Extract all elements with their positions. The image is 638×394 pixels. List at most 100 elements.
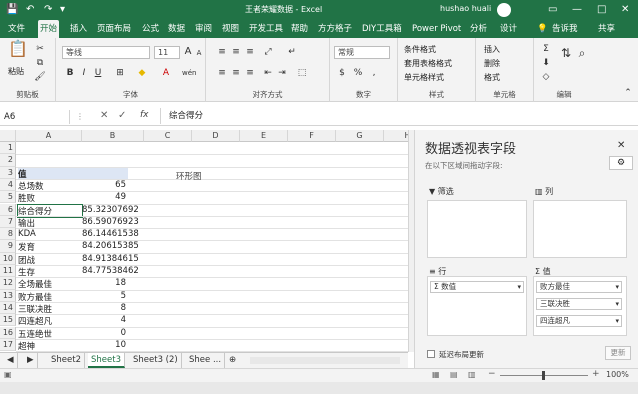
copy-icon[interactable]: ⧉: [34, 58, 46, 68]
cell-a[interactable]: 超神: [18, 340, 35, 352]
cell-b[interactable]: 84.77538462: [82, 266, 139, 276]
cell-styles-button[interactable]: 单元格样式: [404, 72, 444, 83]
tab-data[interactable]: 数据: [166, 20, 187, 38]
align-left-icon[interactable]: ≡: [216, 68, 228, 78]
cell-b[interactable]: 86.59076923: [82, 217, 139, 227]
tab-power-pivot[interactable]: Power Pivot: [410, 20, 463, 38]
cell-a[interactable]: 四连超凡: [18, 315, 52, 327]
column-header-c[interactable]: C: [144, 130, 192, 142]
tab-diy[interactable]: DIY工具箱: [360, 20, 404, 38]
cell-b[interactable]: 49: [82, 192, 126, 202]
values-drop-zone[interactable]: 败方最佳 ▾ 三联决胜 ▾ 四连超凡 ▾: [533, 276, 627, 336]
qat-more-icon[interactable]: ▾: [60, 3, 65, 17]
collapse-ribbon-icon[interactable]: ⌃: [622, 88, 634, 98]
phonetic-icon[interactable]: wén: [182, 68, 196, 78]
sheet-tab-sheet3-2[interactable]: Sheet3 (2): [130, 353, 182, 368]
accounting-icon[interactable]: $: [336, 68, 348, 78]
value-field-item[interactable]: 败方最佳 ▾: [536, 281, 622, 293]
tab-home[interactable]: 开始: [38, 20, 60, 38]
clear-icon[interactable]: ◇: [540, 72, 552, 82]
cell-b[interactable]: 86.14461538: [82, 229, 139, 239]
zoom-out-button[interactable]: −: [488, 369, 496, 379]
percent-button[interactable]: %: [352, 68, 364, 78]
column-header-d[interactable]: D: [192, 130, 240, 142]
macro-record-icon[interactable]: ▣: [4, 370, 12, 379]
row-field-values[interactable]: Σ 数值 ▾: [430, 281, 524, 293]
enter-icon[interactable]: ✓: [118, 110, 126, 121]
tab-insert[interactable]: 插入: [68, 20, 89, 38]
row-header[interactable]: 1: [0, 142, 16, 155]
cell-a[interactable]: 三联决胜: [18, 303, 52, 315]
cell-b[interactable]: 0: [82, 328, 126, 338]
column-header-a[interactable]: A: [16, 130, 82, 142]
column-header-f[interactable]: F: [288, 130, 336, 142]
fill-color-icon[interactable]: ◆: [136, 68, 148, 78]
insert-button[interactable]: 插入: [484, 44, 500, 55]
wrap-text-icon[interactable]: ↵: [286, 47, 298, 57]
row-header[interactable]: 10: [0, 252, 16, 265]
font-size-select[interactable]: 11: [154, 46, 180, 59]
cell-a[interactable]: 全场最佳: [18, 278, 52, 290]
select-all[interactable]: [0, 130, 16, 142]
row-header[interactable]: 5: [0, 191, 16, 204]
cell-b[interactable]: 4: [82, 315, 126, 325]
value-field-item[interactable]: 四连超凡 ▾: [536, 315, 622, 327]
filters-drop-zone[interactable]: [427, 200, 527, 258]
increase-indent-icon[interactable]: ⇥: [276, 68, 288, 78]
insert-function-icon[interactable]: fx: [140, 110, 149, 120]
row-header[interactable]: 12: [0, 277, 16, 290]
minimize-button[interactable]: —: [572, 3, 582, 17]
cell-b[interactable]: 84.20615385: [82, 241, 139, 251]
cell-b[interactable]: 8: [82, 303, 126, 313]
comma-icon[interactable]: ,: [368, 68, 380, 78]
tab-file[interactable]: 文件: [6, 20, 27, 38]
chevron-down-icon[interactable]: ▾: [615, 316, 619, 326]
decrease-indent-icon[interactable]: ⇤: [262, 68, 274, 78]
align-center-icon[interactable]: ≡: [230, 68, 242, 78]
sheet-tab-sheet2[interactable]: Sheet2: [48, 353, 85, 368]
add-sheet-icon[interactable]: ⊕: [226, 353, 239, 368]
sheet-tab-sheet3[interactable]: Sheet3: [88, 353, 125, 368]
update-button[interactable]: 更新: [605, 346, 631, 360]
close-button[interactable]: ✕: [621, 3, 629, 17]
cell-b[interactable]: 5: [82, 291, 126, 301]
save-icon[interactable]: 💾: [6, 3, 18, 17]
cell-a[interactable]: 胜败: [18, 192, 35, 204]
zoom-in-button[interactable]: +: [592, 369, 600, 379]
row-header[interactable]: 9: [0, 240, 16, 253]
row-header[interactable]: 11: [0, 265, 16, 278]
row-header[interactable]: 3: [0, 166, 16, 179]
format-button[interactable]: 格式: [484, 72, 500, 83]
name-box[interactable]: A6: [0, 110, 70, 124]
defer-update-checkbox[interactable]: [427, 350, 435, 358]
rows-drop-zone[interactable]: Σ 数值 ▾: [427, 276, 527, 336]
align-bottom-icon[interactable]: ≡: [244, 47, 256, 57]
chevron-down-icon[interactable]: ▾: [517, 282, 521, 292]
row-header[interactable]: 15: [0, 314, 16, 327]
tab-view[interactable]: 视图: [220, 20, 241, 38]
cell-b[interactable]: 65: [82, 180, 126, 190]
cell-b[interactable]: 18: [82, 278, 126, 288]
cancel-icon[interactable]: ✕: [100, 110, 108, 121]
orientation-icon[interactable]: ⤢: [262, 47, 274, 57]
find-select-icon[interactable]: ⌕: [576, 47, 588, 59]
chevron-down-icon[interactable]: ▾: [615, 282, 619, 292]
cell-a[interactable]: 败方最佳: [18, 291, 52, 303]
tell-me[interactable]: 告诉我: [550, 20, 580, 38]
value-field-item[interactable]: 三联决胜 ▾: [536, 298, 622, 310]
ribbon-options-icon[interactable]: ▭: [548, 3, 557, 17]
underline-button[interactable]: U: [92, 68, 104, 78]
cell-a[interactable]: 生存: [18, 266, 35, 278]
maximize-button[interactable]: □: [597, 3, 606, 17]
paste-button[interactable]: 粘贴: [8, 66, 24, 77]
horizontal-scrollbar[interactable]: [250, 357, 400, 364]
row-header[interactable]: 17: [0, 338, 16, 352]
row-header[interactable]: 2: [0, 154, 16, 167]
avatar[interactable]: [497, 3, 511, 17]
worksheet-grid[interactable]: ABCDEFGH 1 2 3 值 4 总场数 65 5 胜败 49 6 综合得分 85.32307692…: [0, 130, 408, 352]
fill-icon[interactable]: ⬇: [540, 58, 552, 68]
border-icon[interactable]: ⊞: [114, 68, 126, 78]
row-header[interactable]: 13: [0, 289, 16, 302]
column-header-e[interactable]: E: [240, 130, 288, 142]
normal-view-icon[interactable]: ▦: [432, 370, 440, 379]
